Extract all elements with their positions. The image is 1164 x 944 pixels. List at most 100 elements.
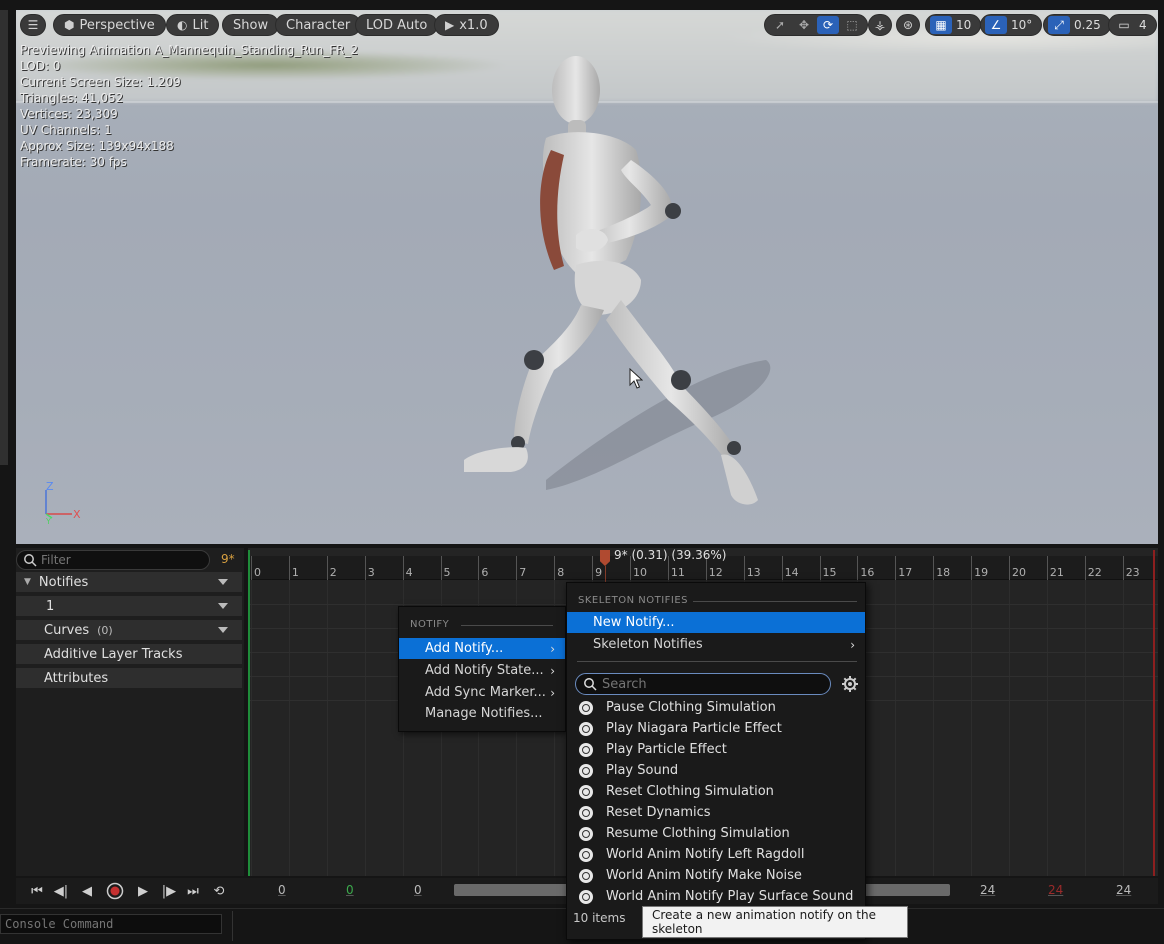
notify-icon: [579, 763, 593, 778]
step-back-icon[interactable]: ◀|: [50, 881, 72, 901]
play-reverse-icon[interactable]: ◀: [76, 881, 98, 901]
ruler-tick: [781, 556, 783, 580]
view-start[interactable]: 0: [414, 883, 422, 897]
stat-line: Framerate: 30 fps: [20, 155, 127, 169]
dropdown-icon[interactable]: [218, 627, 228, 633]
lod-button[interactable]: LOD Auto: [355, 14, 439, 36]
manage-notifies-item[interactable]: Manage Notifies...: [399, 703, 565, 724]
console-input[interactable]: [0, 914, 222, 934]
rotation-snap-group[interactable]: ∠ 10°: [980, 14, 1043, 36]
cube-icon: ⬢: [64, 18, 75, 32]
ruler-tick: [895, 556, 897, 580]
current-frame-badge: 9*: [221, 552, 235, 566]
notify-list-item-label: World Anim Notify Make Noise: [606, 868, 802, 883]
ruler-tick: [1122, 556, 1124, 580]
grid-snap-group[interactable]: ▦ 10: [925, 14, 982, 36]
ruler-tick: [364, 556, 366, 580]
ruler-tick-label: 7: [519, 566, 527, 579]
dropdown-icon[interactable]: [218, 579, 228, 585]
notify-list-item[interactable]: Resume Clothing Simulation: [579, 823, 859, 844]
ruler-tick-label: 13: [746, 566, 761, 579]
notify-list-item[interactable]: Play Sound: [579, 760, 859, 781]
view-end[interactable]: 24: [980, 883, 995, 897]
end-marker: [1153, 550, 1155, 876]
local-space-button[interactable]: ⚶: [868, 14, 892, 36]
skip-to-end-icon[interactable]: ⏭: [182, 881, 204, 901]
camera-speed-group[interactable]: ▭ 4: [1108, 14, 1157, 36]
grid-line: [933, 580, 935, 876]
add-sync-marker-item[interactable]: Add Sync Marker... ›: [399, 682, 565, 703]
notify-list-item-label: Reset Dynamics: [606, 805, 711, 820]
additive-label: Additive Layer Tracks: [44, 646, 183, 662]
notify-list-item[interactable]: Pause Clothing Simulation: [579, 697, 859, 718]
skeleton-notifies-item[interactable]: Skeleton Notifies ›: [567, 634, 865, 655]
notify-track-1[interactable]: 1: [16, 596, 242, 616]
curves-track[interactable]: Curves (0): [16, 620, 242, 640]
notify-list-item[interactable]: World Anim Notify Play Surface Sound: [579, 886, 859, 907]
add-notify-item[interactable]: Add Notify... ›: [399, 638, 565, 659]
grid-snap-value: 10: [956, 18, 972, 32]
new-notify-item[interactable]: New Notify...: [567, 612, 865, 633]
skeleton-menu-header: SKELETON NOTIFIES: [578, 595, 689, 606]
additive-layer-tracks[interactable]: Additive Layer Tracks: [16, 644, 242, 664]
scale-snap-group[interactable]: ⤢ 0.25: [1043, 14, 1111, 36]
rotate-icon[interactable]: ⟳: [817, 16, 839, 34]
scale-icon[interactable]: ⬚: [841, 16, 863, 34]
playback-end[interactable]: 24: [1048, 883, 1063, 897]
notify-list-item[interactable]: World Anim Notify Left Ragdoll: [579, 844, 859, 865]
ruler-tick: [857, 556, 859, 580]
range-end[interactable]: 24: [1116, 883, 1131, 897]
gear-icon[interactable]: [841, 675, 859, 693]
attributes-label: Attributes: [44, 670, 109, 686]
move-icon[interactable]: ✥: [793, 16, 815, 34]
notify-icon: [579, 742, 593, 757]
track-filter[interactable]: [16, 550, 210, 570]
viewport-menu-button[interactable]: ☰: [20, 14, 46, 36]
surface-snap-button[interactable]: ⊛: [896, 14, 920, 36]
notify-icon: [579, 826, 593, 841]
record-icon[interactable]: [104, 881, 126, 901]
notify-list-item[interactable]: Reset Clothing Simulation: [579, 781, 859, 802]
transform-tools: ➚ ✥ ⟳ ⬚: [764, 14, 868, 36]
grid-line: [251, 580, 252, 876]
notify-icon: [579, 889, 593, 904]
notify-list-item-label: Play Niagara Particle Effect: [606, 721, 782, 736]
playback-speed-button[interactable]: ▶ x1.0: [434, 14, 499, 36]
playback-start[interactable]: 0: [346, 883, 354, 897]
notify-list-item[interactable]: World Anim Notify Make Noise: [579, 865, 859, 886]
select-icon[interactable]: ➚: [769, 16, 791, 34]
perspective-label: Perspective: [79, 17, 155, 33]
add-sync-marker-label: Add Sync Marker...: [425, 685, 546, 700]
mouse-cursor-icon: [629, 368, 643, 389]
loop-icon[interactable]: ⟲: [208, 881, 230, 901]
show-button[interactable]: Show: [222, 14, 280, 36]
lod-label: LOD Auto: [366, 17, 428, 33]
notify-search[interactable]: [575, 673, 831, 695]
track-filter-input[interactable]: [41, 552, 201, 568]
grid-line: [1009, 580, 1010, 876]
character-button[interactable]: Character: [275, 14, 362, 36]
grid-line: [326, 580, 328, 876]
perspective-button[interactable]: ⬢ Perspective: [53, 14, 166, 36]
notify-list-item[interactable]: Reset Dynamics: [579, 802, 859, 823]
lit-button[interactable]: ◐ Lit: [166, 14, 220, 36]
notify-list-item-label: World Anim Notify Play Surface Sound: [606, 889, 854, 904]
animation-viewport[interactable]: Previewing Animation A_Mannequin_Standin…: [16, 10, 1158, 544]
skip-to-start-icon[interactable]: ⏮: [26, 881, 48, 901]
step-forward-icon[interactable]: |▶: [158, 881, 180, 901]
dropdown-icon[interactable]: [218, 603, 228, 609]
notifies-track[interactable]: ▼ Notifies: [16, 572, 242, 592]
ruler-tick: [1009, 556, 1010, 580]
notify-search-input[interactable]: [602, 676, 822, 692]
notify-list-item[interactable]: Play Particle Effect: [579, 739, 859, 760]
range-start[interactable]: 0: [278, 883, 286, 897]
notify-list-item[interactable]: Play Niagara Particle Effect: [579, 718, 859, 739]
ruler-tick-label: 20: [1012, 566, 1026, 579]
ruler-tick: [933, 556, 935, 580]
play-forward-icon[interactable]: ▶: [132, 881, 154, 901]
add-notify-state-item[interactable]: Add Notify State... ›: [399, 660, 565, 681]
axis-gizmo: Z X Y: [45, 482, 81, 526]
attributes-track[interactable]: Attributes: [16, 668, 242, 688]
ruler-tick: [971, 556, 973, 580]
ruler-tick-label: 10: [633, 566, 647, 579]
